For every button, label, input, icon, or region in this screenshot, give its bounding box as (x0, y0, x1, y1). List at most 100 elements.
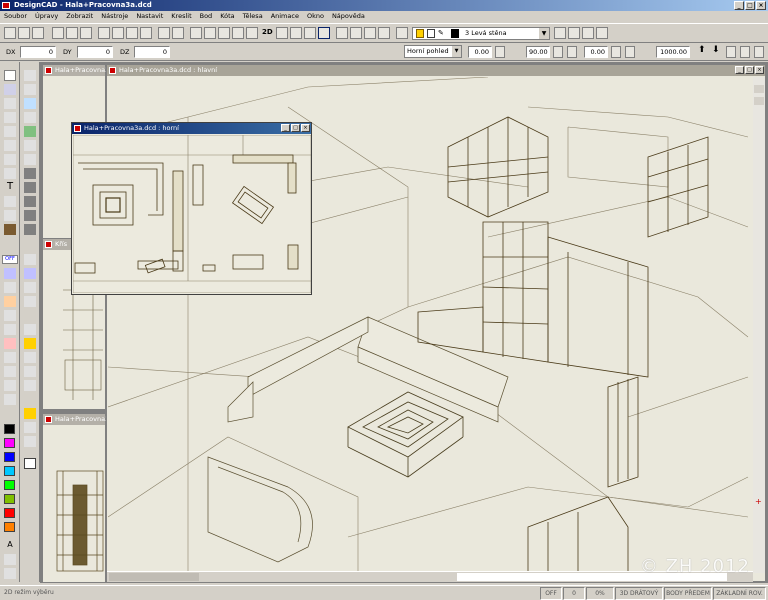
status-render-mode[interactable]: 3D DRÁTOVÝ (615, 587, 663, 600)
view-persp-icon[interactable] (726, 46, 736, 58)
hatch-tool-icon[interactable] (4, 210, 16, 221)
arc-tool-icon[interactable] (4, 126, 16, 137)
window-minimize-button[interactable]: _ (735, 66, 744, 74)
menu-animation[interactable]: Animace (271, 11, 299, 22)
color-swatch-blue[interactable] (4, 452, 15, 462)
window-maximize-button[interactable]: □ (745, 66, 754, 74)
maximize-button[interactable]: □ (745, 1, 755, 10)
paste-icon[interactable] (126, 27, 138, 39)
move-tool-icon[interactable] (4, 324, 16, 335)
color-swatch-black[interactable] (4, 424, 15, 434)
view-3d-icon[interactable] (276, 27, 288, 39)
save-file-icon[interactable] (32, 27, 44, 39)
print-icon[interactable] (52, 27, 64, 39)
redraw-icon[interactable] (246, 27, 258, 39)
dy-field[interactable]: 0 (77, 46, 113, 58)
dimension-tool-icon[interactable] (4, 196, 16, 207)
point-select-icon[interactable] (4, 84, 16, 95)
curve-tool-icon[interactable] (4, 154, 16, 165)
color-swatch-red[interactable] (4, 508, 15, 518)
layer-dropdown[interactable]: ✎ 3 Levá stěna ▼ (412, 27, 550, 40)
close-button[interactable]: × (756, 1, 766, 10)
shade-icon[interactable] (364, 27, 376, 39)
render-icon[interactable] (350, 27, 362, 39)
mirror-tool-icon[interactable] (4, 338, 16, 349)
camera-icon[interactable] (625, 46, 635, 58)
layer-tool-icon[interactable] (554, 27, 566, 39)
background-window-3[interactable]: Hala+Pracovna3a (42, 413, 113, 583)
menu-view[interactable]: Zobrazit (66, 11, 93, 22)
undo-icon[interactable] (158, 27, 170, 39)
layer-props-icon[interactable] (582, 27, 594, 39)
menu-help[interactable]: Nápověda (332, 11, 365, 22)
view-2d-button[interactable]: 2D (262, 28, 273, 36)
object-snap-icon[interactable] (24, 84, 36, 95)
circle-tool-icon[interactable] (4, 140, 16, 151)
zoom-out-icon[interactable] (218, 27, 230, 39)
solid-tool-icon[interactable] (4, 268, 16, 279)
scale-tool-icon[interactable] (4, 352, 16, 363)
select-arrow-icon[interactable] (4, 70, 16, 81)
view-select-dropdown[interactable]: Horní pohled ▼ (404, 45, 462, 58)
dx-field[interactable]: 0 (20, 46, 56, 58)
light-icon[interactable] (24, 126, 36, 137)
axis-icon[interactable] (290, 27, 302, 39)
print-preview-icon[interactable] (66, 27, 78, 39)
rotate-z-icon[interactable] (567, 46, 577, 58)
status-base-plane[interactable]: ZÁKLADNÍ ROV. (713, 587, 766, 600)
snap-icon[interactable] (304, 27, 316, 39)
blank-icon[interactable] (24, 458, 36, 469)
settings-icon[interactable] (24, 436, 36, 447)
tilt-icon[interactable] (611, 46, 621, 58)
grid-icon[interactable] (336, 27, 348, 39)
zoom-window-icon[interactable] (232, 27, 244, 39)
rotate-tool-icon[interactable] (4, 310, 16, 321)
extrude-tool-icon[interactable] (4, 282, 16, 293)
menu-dimension[interactable]: Kóta (220, 11, 234, 22)
dz-field[interactable]: 0 (134, 46, 170, 58)
layer-gray-icon-2[interactable] (24, 182, 36, 193)
angle-icon[interactable] (24, 380, 36, 391)
sweep-tool-icon[interactable] (4, 296, 16, 307)
window-close-button[interactable]: × (755, 66, 764, 74)
fill-tool-icon[interactable] (4, 224, 16, 235)
grid-snap-icon[interactable] (24, 70, 36, 81)
attribute-icon[interactable] (24, 296, 36, 307)
copy-icon[interactable] (112, 27, 124, 39)
window-minimize-button[interactable]: _ (281, 124, 290, 132)
hide-icon[interactable] (378, 27, 390, 39)
menu-draw[interactable]: Kreslit (171, 11, 191, 22)
ellipse-tool-icon[interactable] (4, 168, 16, 179)
texture-icon[interactable] (24, 154, 36, 165)
menu-point[interactable]: Bod (200, 11, 213, 22)
measure-icon[interactable] (24, 324, 36, 335)
page-tabs[interactable] (109, 573, 199, 581)
erase-tool-icon[interactable] (4, 394, 16, 405)
text-style-icon[interactable]: A (4, 540, 16, 551)
open-file-icon[interactable] (18, 27, 30, 39)
window-close-button[interactable]: × (301, 124, 310, 132)
layer-gray-icon[interactable] (24, 168, 36, 179)
cut-icon[interactable] (98, 27, 110, 39)
arrow-up-icon[interactable]: ⬆ (698, 45, 706, 55)
rotate-x-icon[interactable] (495, 46, 505, 58)
minimize-button[interactable]: _ (734, 1, 744, 10)
select-tool-icon[interactable] (318, 27, 330, 39)
angle-x-field[interactable]: 0.00 (468, 46, 492, 58)
color-swatch-cyan[interactable] (4, 466, 15, 476)
redo-icon[interactable] (172, 27, 184, 39)
rotate-y-icon[interactable] (553, 46, 563, 58)
color-swatch-green[interactable] (4, 480, 15, 490)
layer-gray-icon-4[interactable] (24, 210, 36, 221)
minimize-view-icon[interactable] (754, 85, 764, 93)
material-icon[interactable] (24, 140, 36, 151)
view-next-icon[interactable] (754, 46, 764, 58)
new-file-icon[interactable] (4, 27, 16, 39)
pattern-icon[interactable] (4, 554, 16, 565)
top-view-window[interactable]: Hala+Pracovna3a.dcd : horní _ □ × (71, 122, 312, 295)
status-body[interactable]: BODY PŘEDEM (664, 587, 712, 600)
info-icon[interactable] (4, 568, 16, 579)
camera-view-icon[interactable] (24, 112, 36, 123)
group-icon[interactable] (24, 254, 36, 265)
menu-tools[interactable]: Nástroje (101, 11, 128, 22)
